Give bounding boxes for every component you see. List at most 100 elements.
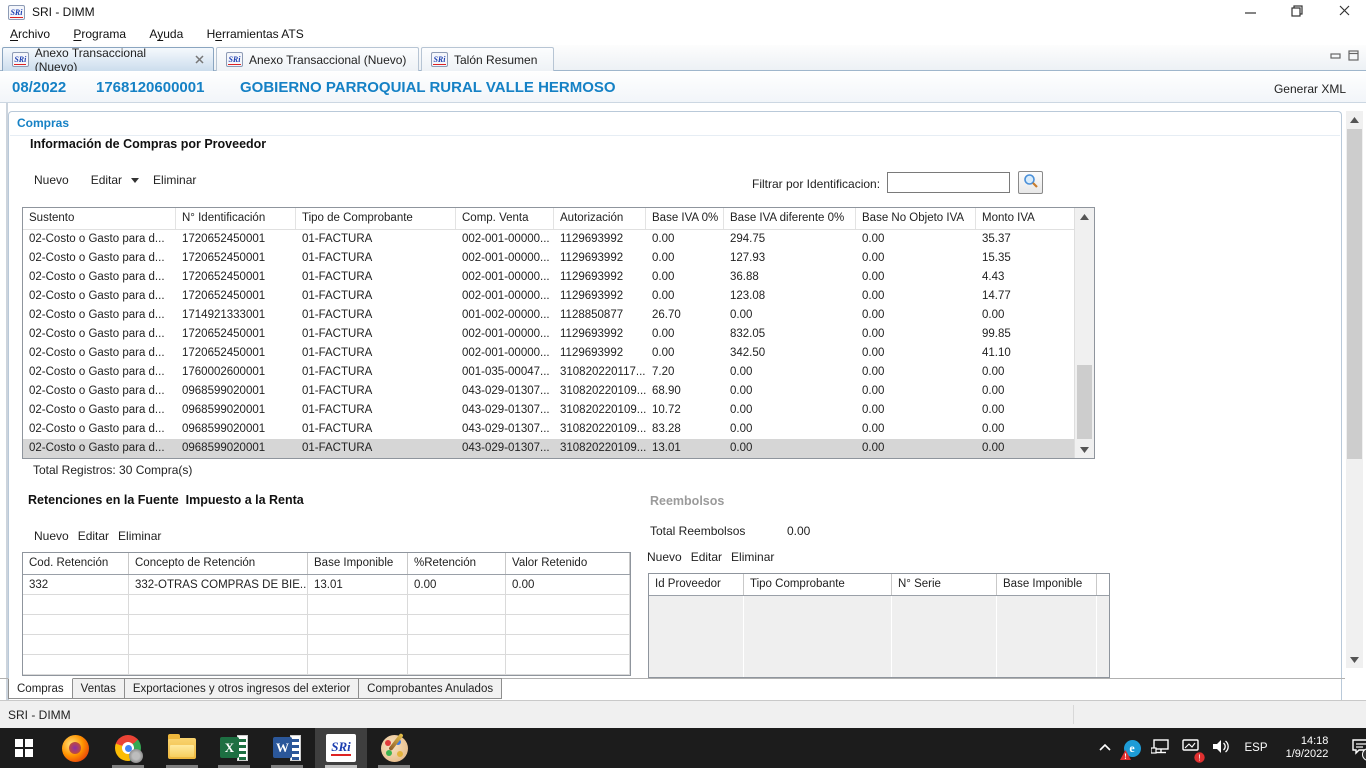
table-row[interactable]: 02-Costo o Gasto para d...17206524500010… (23, 230, 1076, 249)
language-indicator[interactable]: ESP (1236, 728, 1276, 768)
search-icon (1023, 173, 1039, 192)
menu-programa[interactable]: Programa (63, 24, 136, 45)
restore-button[interactable] (1279, 0, 1315, 24)
table-row[interactable]: 02-Costo o Gasto para d...09685990200010… (23, 382, 1076, 401)
table-row[interactable]: 02-Costo o Gasto para d...17206524500010… (23, 344, 1076, 363)
notification-center-button[interactable]: 1 (1338, 728, 1366, 768)
tray-volume[interactable] (1206, 728, 1236, 768)
table-row[interactable]: 02-Costo o Gasto para d...17600026000010… (23, 363, 1076, 382)
close-button[interactable] (1326, 0, 1362, 24)
search-button[interactable] (1018, 171, 1043, 194)
taskbar-file-explorer[interactable] (156, 728, 208, 768)
view-maximize-button[interactable] (1346, 50, 1361, 63)
tab-compras[interactable]: Compras (8, 678, 73, 699)
taskbar-firefox[interactable] (49, 728, 101, 768)
menu-archivo[interactable]: Archivo (0, 24, 60, 45)
compras-section-title: Información de Compras por Proveedor (30, 137, 266, 151)
column-header[interactable]: Concepto de Retención (129, 553, 308, 574)
scroll-up-icon[interactable] (1075, 208, 1094, 225)
taskbar-sri-dimm[interactable]: SRi (315, 728, 367, 768)
clock[interactable]: 14:18 1/9/2022 (1276, 728, 1338, 768)
table-row[interactable]: 02-Costo o Gasto para d...17206524500010… (23, 268, 1076, 287)
tab-anexo-transaccional-1[interactable]: SRi Anexo Transaccional (Nuevo) (2, 47, 214, 71)
column-header[interactable]: %Retención (408, 553, 506, 574)
tab-ventas[interactable]: Ventas (73, 678, 125, 699)
scrollbar-thumb[interactable] (1077, 365, 1092, 439)
column-header[interactable]: N° Serie (892, 574, 997, 595)
tray-network[interactable] (1146, 728, 1176, 768)
tab-comprobantes-anulados[interactable]: Comprobantes Anulados (359, 678, 502, 699)
table-row[interactable]: 02-Costo o Gasto para d...09685990200010… (23, 401, 1076, 420)
column-header[interactable]: Sustento (23, 208, 176, 229)
table-cell: 0.00 (724, 363, 856, 382)
table-row[interactable] (23, 655, 630, 675)
scroll-up-icon[interactable] (1346, 111, 1363, 128)
column-header[interactable]: Base IVA 0% (646, 208, 724, 229)
editar-button[interactable]: Editar (78, 529, 109, 543)
table-cell (308, 635, 408, 654)
column-header[interactable]: Base No Objeto IVA (856, 208, 976, 229)
editar-button[interactable]: Editar (91, 173, 122, 187)
eliminar-button[interactable]: Eliminar (153, 173, 196, 187)
tab-anexo-transaccional-2[interactable]: SRi Anexo Transaccional (Nuevo) (216, 47, 419, 71)
column-header[interactable]: Comp. Venta (456, 208, 554, 229)
column-header[interactable]: Tipo Comprobante (744, 574, 892, 595)
table-row[interactable]: 02-Costo o Gasto para d...09685990200010… (23, 420, 1076, 439)
table-row[interactable] (23, 595, 630, 615)
scroll-down-icon[interactable] (1075, 441, 1094, 458)
table-cell: 0.00 (856, 306, 976, 325)
column-header[interactable]: Tipo de Comprobante (296, 208, 456, 229)
eliminar-button[interactable]: Eliminar (731, 550, 774, 564)
column-header[interactable]: Base IVA diferente 0% (724, 208, 856, 229)
chevron-down-icon[interactable] (131, 178, 139, 183)
start-button[interactable] (0, 728, 48, 768)
tab-talon-resumen[interactable]: SRi Talón Resumen (421, 47, 554, 71)
scroll-down-icon[interactable] (1346, 651, 1363, 668)
main-scrollbar[interactable] (1346, 111, 1363, 668)
filter-input[interactable] (887, 172, 1010, 193)
table-row[interactable]: 02-Costo o Gasto para d...17149213330010… (23, 306, 1076, 325)
table-row[interactable] (23, 615, 630, 635)
column-header[interactable]: N° Identificación (176, 208, 296, 229)
nuevo-button[interactable]: Nuevo (34, 173, 69, 187)
taskbar-paint[interactable] (368, 728, 420, 768)
tray-display-alert[interactable]: ! (1176, 728, 1206, 768)
tray-eset[interactable]: e ! (1118, 728, 1146, 768)
table-cell (23, 615, 129, 634)
taskbar-chrome[interactable] (102, 728, 154, 768)
column-header[interactable]: Base Imponible (997, 574, 1097, 595)
table-cell: 0.00 (646, 249, 724, 268)
taskbar-excel[interactable]: X (208, 728, 260, 768)
column-header[interactable]: Base Imponible (308, 553, 408, 574)
column-header[interactable]: Cod. Retención (23, 553, 129, 574)
menu-herramientas-ats[interactable]: Herramientas ATS (197, 24, 314, 45)
table-row[interactable] (23, 635, 630, 655)
column-header[interactable]: Monto IVA (976, 208, 1076, 229)
column-header[interactable]: Autorización (554, 208, 646, 229)
table-cell: 01-FACTURA (296, 268, 456, 287)
view-minimize-button[interactable] (1328, 50, 1343, 63)
table-row[interactable]: 02-Costo o Gasto para d...09685990200010… (23, 439, 1076, 458)
tray-expand-button[interactable] (1092, 728, 1118, 768)
table-cell (129, 615, 308, 634)
menu-ayuda[interactable]: Ayuda (139, 24, 193, 45)
column-header[interactable]: Id Proveedor (649, 574, 744, 595)
generar-xml-button[interactable]: Generar XML (1274, 82, 1346, 96)
taskbar-word[interactable]: W (261, 728, 313, 768)
table-row[interactable]: 332332-OTRAS COMPRAS DE BIE...13.010.000… (23, 575, 630, 595)
minimize-button[interactable] (1232, 0, 1268, 24)
nuevo-button[interactable]: Nuevo (34, 529, 69, 543)
scrollbar-thumb[interactable] (1347, 129, 1362, 459)
table-row[interactable]: 02-Costo o Gasto para d...17206524500010… (23, 287, 1076, 306)
tab-close-icon[interactable] (195, 53, 204, 67)
column-header[interactable]: Valor Retenido (506, 553, 630, 574)
sri-logo-icon: SRi (431, 52, 448, 67)
table-row[interactable]: 02-Costo o Gasto para d...17206524500010… (23, 325, 1076, 344)
table-cell (129, 655, 308, 674)
eliminar-button[interactable]: Eliminar (118, 529, 161, 543)
editar-button[interactable]: Editar (691, 550, 722, 564)
table-row[interactable]: 02-Costo o Gasto para d...17206524500010… (23, 249, 1076, 268)
nuevo-button[interactable]: Nuevo (647, 550, 682, 564)
compras-table-scrollbar[interactable] (1074, 208, 1094, 458)
tab-exportaciones[interactable]: Exportaciones y otros ingresos del exter… (125, 678, 359, 699)
